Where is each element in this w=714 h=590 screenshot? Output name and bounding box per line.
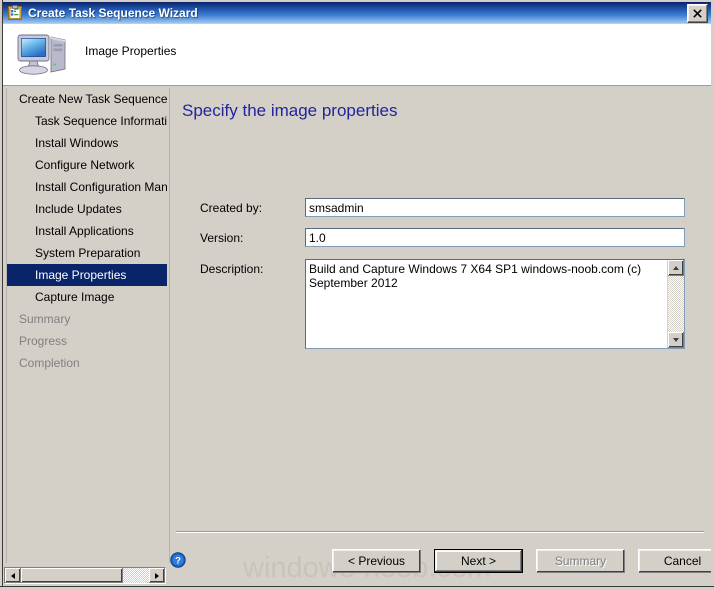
banner-title: Image Properties xyxy=(85,44,177,58)
close-icon xyxy=(693,8,702,18)
arrow-left-icon xyxy=(11,572,15,579)
title-bar: Create Task Sequence Wizard xyxy=(3,2,711,24)
computer-monitor-icon xyxy=(15,29,73,79)
window-title: Create Task Sequence Wizard xyxy=(28,6,198,20)
scroll-right-button[interactable] xyxy=(149,568,165,583)
arrow-right-icon xyxy=(155,572,159,579)
help-question-icon[interactable]: ? xyxy=(170,552,186,568)
sidebar-item[interactable]: Task Sequence Information xyxy=(7,110,167,132)
task-sequence-clipboard-icon xyxy=(7,5,23,21)
window-bottom-edge xyxy=(0,586,714,590)
wizard-button: Summary xyxy=(536,549,625,573)
title-bar-left: Create Task Sequence Wizard xyxy=(3,5,687,21)
created-by-label: Created by: xyxy=(200,201,263,215)
wizard-button[interactable]: Next > xyxy=(434,549,523,573)
wizard-button-bar: < Previous Next > Summary Cancel xyxy=(332,549,714,573)
wizard-banner: Image Properties xyxy=(3,24,711,86)
sidebar-item[interactable]: Create New Task Sequence xyxy=(7,88,167,110)
svg-text:?: ? xyxy=(175,556,181,567)
wizard-button[interactable]: Cancel xyxy=(638,549,714,573)
wizard-button[interactable]: < Previous xyxy=(332,549,421,573)
sidebar-item[interactable]: Completion xyxy=(7,352,167,374)
sidebar-item[interactable]: Progress xyxy=(7,330,167,352)
description-label: Description: xyxy=(200,262,264,276)
version-label: Version: xyxy=(200,231,244,245)
page-title: Specify the image properties xyxy=(182,101,398,120)
created-by-input[interactable]: smsadmin xyxy=(305,198,685,217)
wizard-window: Create Task Sequence Wizard Image Proper… xyxy=(0,0,714,590)
arrow-down-icon xyxy=(673,338,679,342)
wizard-step-list: Create New Task Sequence Task Sequence In… xyxy=(6,88,167,563)
sidebar-item[interactable]: Install Applications xyxy=(7,220,167,242)
scroll-left-button[interactable] xyxy=(5,568,21,583)
description-scroll-track[interactable] xyxy=(668,276,684,332)
description-scroll-up-button[interactable] xyxy=(668,260,684,276)
description-text[interactable]: Build and Capture Windows 7 X64 SP1 wind… xyxy=(306,260,667,348)
description-scroll-down-button[interactable] xyxy=(668,332,684,348)
content-panel: Specify the image properties Created by:… xyxy=(169,88,711,563)
sidebar-item[interactable]: Install Windows xyxy=(7,132,167,154)
sidebar-item[interactable]: Configure Network xyxy=(7,154,167,176)
horizontal-scroll-thumb[interactable] xyxy=(21,568,123,583)
close-button[interactable] xyxy=(687,3,708,23)
sidebar-item[interactable]: Capture Image xyxy=(7,286,167,308)
description-scrollbar[interactable] xyxy=(667,260,684,348)
sidebar-item[interactable]: Include Updates xyxy=(7,198,167,220)
sidebar-item[interactable]: Image Properties xyxy=(7,264,167,286)
horizontal-scrollbar[interactable] xyxy=(4,567,166,584)
sidebar-item[interactable]: Install Configuration Manag xyxy=(7,176,167,198)
sidebar-item[interactable]: Summary xyxy=(7,308,167,330)
horizontal-scroll-track[interactable] xyxy=(123,568,149,583)
version-input[interactable]: 1.0 xyxy=(305,228,685,247)
window-left-edge xyxy=(0,0,3,590)
sidebar-item[interactable]: System Preparation xyxy=(7,242,167,264)
description-textarea[interactable]: Build and Capture Windows 7 X64 SP1 wind… xyxy=(305,259,685,349)
footer-divider xyxy=(176,532,704,533)
arrow-up-icon xyxy=(673,266,679,270)
